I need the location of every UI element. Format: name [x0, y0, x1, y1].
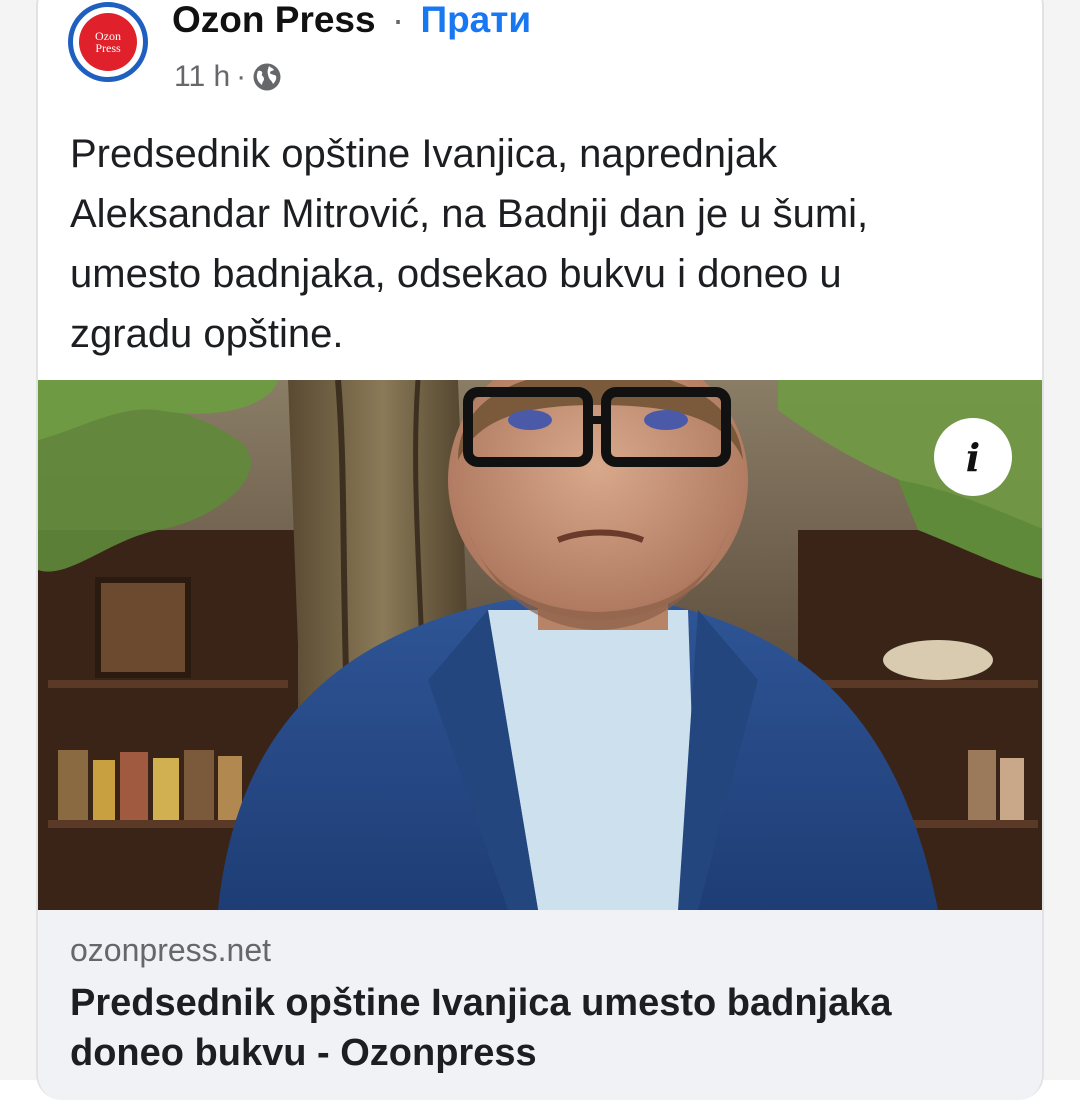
post-text: Predsednik opštine Ivanjica, naprednjak … [70, 132, 869, 356]
post-image[interactable] [38, 380, 1042, 910]
post-card: Ozon Press Ozon Press · Прати 11 h · Pre… [36, 0, 1044, 1100]
link-title[interactable]: Predsednik opštine Ivanjica umesto badnj… [70, 978, 970, 1078]
meta-separator: · [236, 60, 247, 93]
name-separator: · [391, 0, 405, 40]
info-icon[interactable]: i [934, 418, 1012, 496]
follow-button[interactable]: Прати [420, 0, 531, 40]
page-avatar[interactable]: Ozon Press [68, 2, 148, 82]
post-timestamp[interactable]: 11 h [174, 58, 230, 96]
ozon-press-logo: Ozon Press [79, 13, 137, 71]
link-preview[interactable]: ozonpress.net Predsednik opštine Ivanjic… [38, 910, 1042, 1100]
post-meta: 11 h · [174, 58, 282, 96]
link-domain: ozonpress.net [70, 932, 272, 968]
screen: Ozon Press Ozon Press · Прати 11 h · Pre… [0, 0, 1080, 1100]
name-row: Ozon Press · Прати [172, 0, 531, 42]
logo-text-line2: Press [95, 41, 121, 55]
post-header: Ozon Press Ozon Press · Прати 11 h · [38, 0, 1042, 100]
page-name[interactable]: Ozon Press [172, 0, 376, 40]
globe-icon [252, 62, 282, 92]
